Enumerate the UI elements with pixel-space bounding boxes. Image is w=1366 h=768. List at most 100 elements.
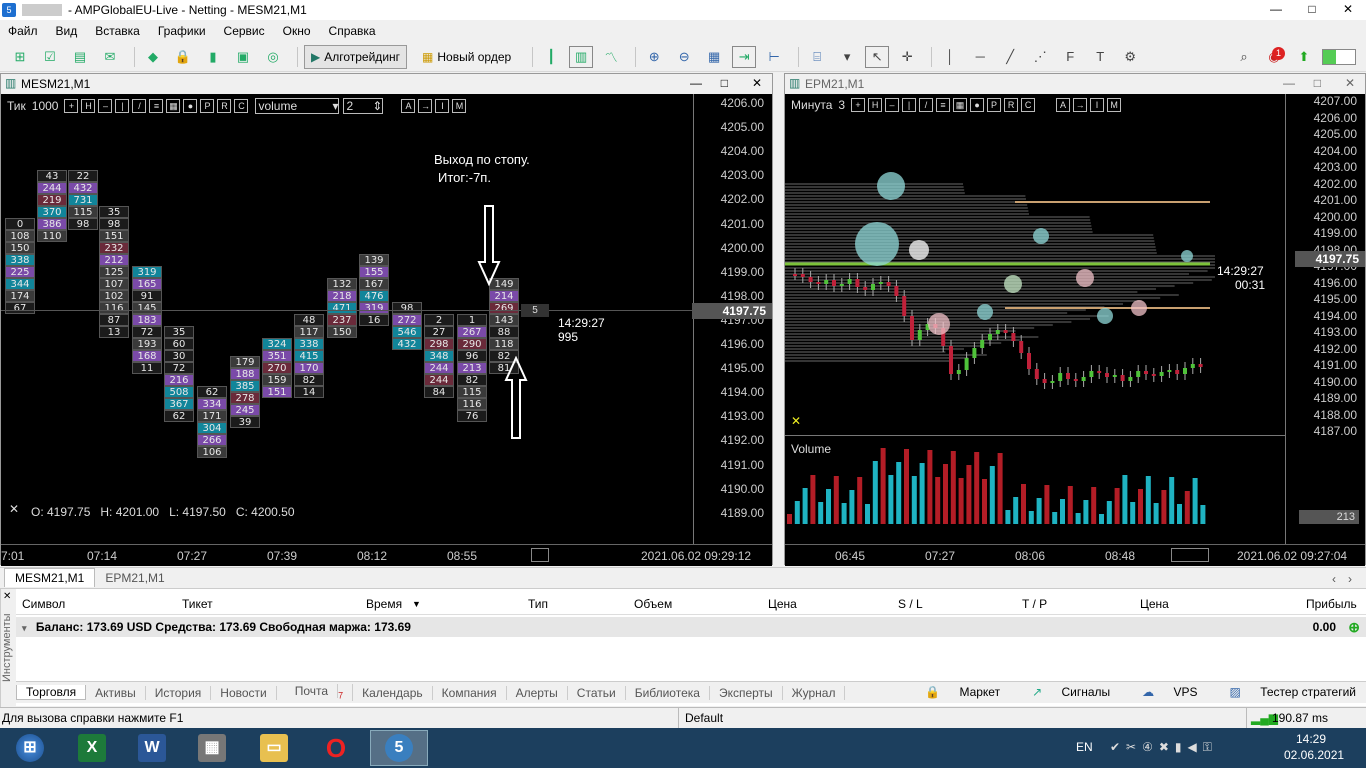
tab-alerts[interactable]: Алерты	[507, 685, 568, 700]
new-chart-icon[interactable]: ⊞	[8, 46, 32, 68]
tab-journal[interactable]: Журнал	[783, 685, 846, 700]
tab-library[interactable]: Библиотека	[626, 685, 710, 700]
autoscroll-icon[interactable]: ⇥	[732, 45, 757, 68]
scroll-box[interactable]	[1171, 548, 1209, 562]
zoom-in-icon[interactable]: ⊕	[642, 46, 666, 68]
market-watch-icon[interactable]: ▤	[68, 46, 92, 68]
h-icon[interactable]: H	[81, 99, 96, 113]
menu-view[interactable]: Вид	[56, 24, 78, 38]
grid-icon[interactable]: ▦	[166, 99, 181, 113]
channel-icon[interactable]: ⋰	[1028, 46, 1052, 68]
tab-mesm21[interactable]: MESM21,M1	[4, 568, 96, 587]
chart-minimize-button[interactable]: —	[1283, 76, 1295, 90]
start-button[interactable]: ⊞	[2, 730, 58, 766]
col-price[interactable]: Цена	[768, 597, 797, 611]
chart-close-button[interactable]: ✕	[752, 76, 762, 90]
tray-icons[interactable]: ✔✂④✖▮◀⚿	[1110, 740, 1218, 755]
chart-maximize-button[interactable]: □	[1314, 76, 1321, 90]
time-axis[interactable]: 7:01 07:14 07:27 07:39 08:12 08:55 2021.…	[1, 544, 772, 566]
c-icon[interactable]: C	[234, 99, 249, 113]
close-button[interactable]: ✕	[1330, 0, 1366, 20]
tab-history[interactable]: История	[146, 685, 212, 700]
tab-scroll-right-icon[interactable]: ›	[1338, 570, 1362, 588]
signals-icon[interactable]: ▮	[201, 46, 225, 68]
vps-icon[interactable]: ▣	[231, 46, 255, 68]
col-profit[interactable]: Прибыль	[1306, 597, 1357, 611]
col-volume[interactable]: Объем	[634, 597, 672, 611]
chart-area[interactable]: Минута 3 + H – | / ≡ ▦ ● P R C A → I M 14:29:27 00:31…	[785, 94, 1365, 544]
tools-icon[interactable]: ✕	[791, 414, 801, 428]
col-time[interactable]: Время	[366, 597, 402, 611]
horizontal-line-icon[interactable]: ─	[968, 46, 992, 68]
taskbar-excel[interactable]: X	[64, 730, 120, 766]
taskbar-calculator[interactable]: ▦	[184, 730, 240, 766]
minus-icon[interactable]: –	[98, 99, 113, 113]
chart-area[interactable]: Тик 1000 + H – | / ≡ ▦ ● P R C volume ▾ 2 ⇕ A → I M 0 10…	[1, 94, 772, 544]
vertical-line-icon[interactable]: │	[938, 46, 962, 68]
menu-insert[interactable]: Вставка	[95, 24, 140, 38]
menu-window[interactable]: Окно	[283, 24, 311, 38]
shapes-icon[interactable]: ⚙	[1118, 46, 1142, 68]
taskbar-explorer[interactable]: ▭	[246, 730, 302, 766]
tab-experts[interactable]: Эксперты	[710, 685, 783, 700]
new-order-button[interactable]: ▦ Новый ордер	[415, 45, 518, 69]
indicator-param[interactable]: 2 ⇕	[343, 98, 384, 114]
m-icon[interactable]: M	[452, 99, 467, 113]
tab-assets[interactable]: Активы	[86, 685, 146, 700]
period-value[interactable]: 1000	[32, 99, 59, 113]
chart-maximize-button[interactable]: □	[721, 76, 728, 90]
collapse-icon[interactable]: ▾	[22, 623, 27, 633]
indicators-icon[interactable]: ⌸	[805, 46, 829, 68]
tile-windows-icon[interactable]: ▦	[702, 46, 726, 68]
fibonacci-icon[interactable]: F	[1058, 46, 1082, 68]
algo-trading-button[interactable]: ▶ Алготрейдинг	[304, 44, 408, 69]
zoom-out-icon[interactable]: ⊖	[672, 46, 696, 68]
close-panel-icon[interactable]: ✕	[3, 591, 11, 602]
tab-news[interactable]: Новости	[211, 685, 277, 700]
tab-articles[interactable]: Статьи	[568, 685, 626, 700]
level-icon[interactable]: ⬆	[1292, 46, 1316, 68]
p-icon[interactable]: P	[200, 99, 215, 113]
tab-mail[interactable]: Почта 7	[277, 684, 354, 701]
trend-icon[interactable]: /	[132, 99, 147, 113]
profiles-icon[interactable]: ☑	[38, 46, 62, 68]
indicator-select[interactable]: volume ▾	[255, 98, 340, 114]
menu-file[interactable]: Файл	[8, 24, 38, 38]
lines-icon[interactable]: ≡	[149, 99, 164, 113]
search-icon[interactable]: ⌕	[1232, 46, 1256, 68]
line-chart-icon[interactable]: 〽	[599, 46, 623, 68]
trendline-icon[interactable]: ╱	[998, 46, 1022, 68]
navigator-icon[interactable]: ✉	[98, 46, 122, 68]
r-icon[interactable]: R	[217, 99, 232, 113]
tab-company[interactable]: Компания	[433, 685, 507, 700]
col-sl[interactable]: S / L	[898, 597, 923, 611]
col-type[interactable]: Тип	[528, 597, 548, 611]
menu-tools[interactable]: Сервис	[224, 24, 265, 38]
circle-icon[interactable]: ●	[183, 99, 198, 113]
search-person-icon[interactable]: ◎	[261, 46, 285, 68]
add-order-icon[interactable]: ⊕	[1348, 617, 1360, 637]
taskbar-opera[interactable]: O	[308, 730, 364, 766]
vline-icon[interactable]: |	[115, 99, 130, 113]
i-icon[interactable]: I	[435, 99, 450, 113]
plus-icon[interactable]: +	[64, 99, 79, 113]
strategy-icon[interactable]: ◆	[141, 46, 165, 68]
market-link[interactable]: 🔒 Маркет	[909, 685, 1000, 699]
a-icon[interactable]: A	[401, 99, 416, 113]
chart-close-button[interactable]: ✕	[1345, 76, 1355, 90]
time-axis[interactable]: 06:45 07:27 08:06 08:48 2021.06.02 09:27…	[785, 544, 1365, 566]
tab-trade[interactable]: Торговля	[16, 685, 87, 700]
profile-name[interactable]: Default	[678, 708, 723, 728]
minimize-button[interactable]: —	[1258, 0, 1294, 20]
tools-icon[interactable]: ✕	[9, 502, 19, 516]
col-tp[interactable]: T / P	[1022, 597, 1047, 611]
chart-minimize-button[interactable]: —	[690, 76, 702, 90]
price-axis[interactable]: 4207.00 4206.00 4205.00 4204.00 4203.00 4202.…	[1295, 94, 1365, 544]
cursor-icon[interactable]: ↖	[865, 45, 890, 68]
tester-link[interactable]: ▨ Тестер стратегий	[1214, 685, 1356, 699]
notifications-icon[interactable]: ◉1	[1262, 46, 1286, 68]
scroll-box[interactable]	[531, 548, 549, 562]
language-indicator[interactable]: EN	[1076, 740, 1093, 754]
tab-calendar[interactable]: Календарь	[353, 685, 433, 700]
maximize-button[interactable]: □	[1294, 0, 1330, 20]
